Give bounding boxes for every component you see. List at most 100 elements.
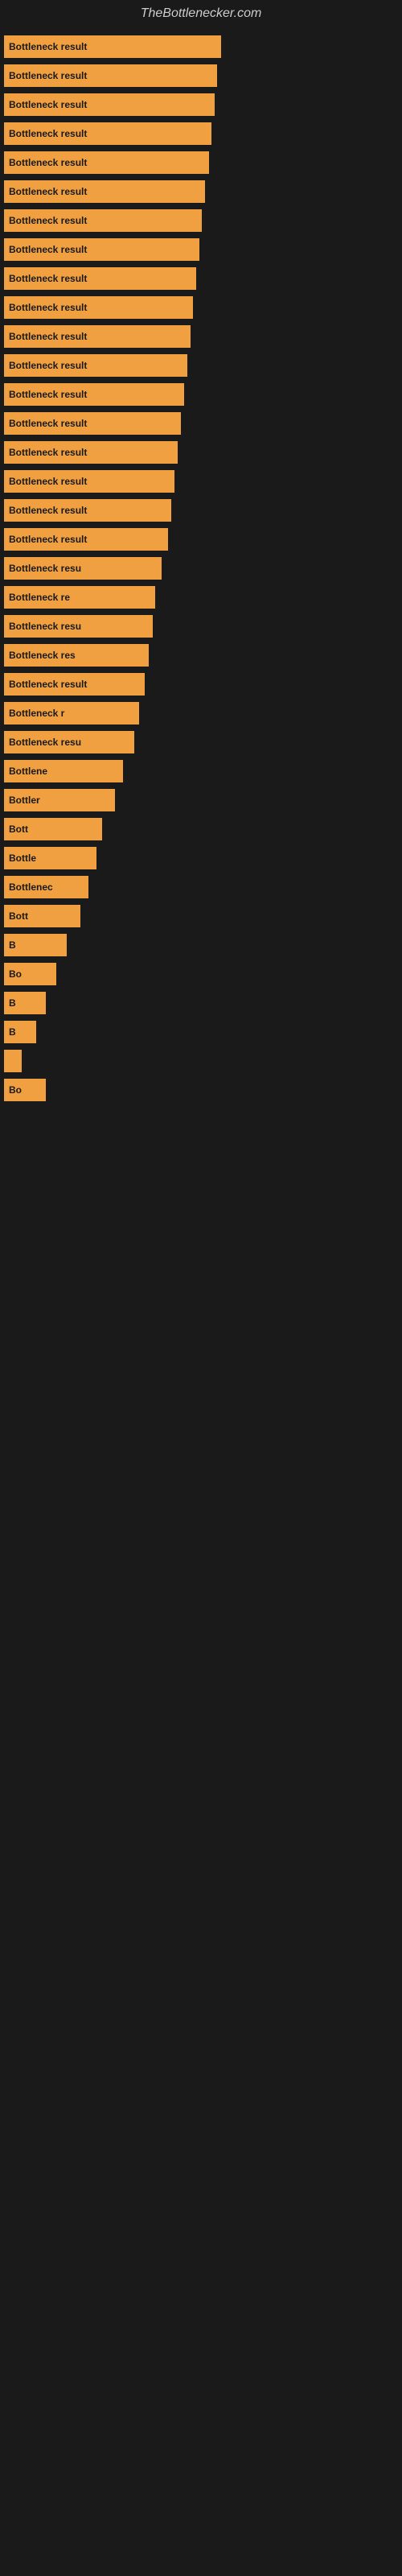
- bar-label: Bottleneck result: [9, 244, 87, 255]
- result-bar: Bottleneck result: [4, 64, 217, 87]
- result-bar: Bo: [4, 1079, 46, 1101]
- bar-label: Bottleneck re: [9, 592, 70, 603]
- bar-row: Bottleneck result: [0, 209, 402, 232]
- bar-row: Bottleneck result: [0, 180, 402, 203]
- bar-row: Bottle: [0, 847, 402, 869]
- result-bar: Bott: [4, 818, 102, 840]
- bar-row: Bottleneck result: [0, 64, 402, 87]
- result-bar: Bottleneck result: [4, 93, 215, 116]
- bar-label: Bottleneck result: [9, 128, 87, 139]
- result-bar: Bottleneck result: [4, 673, 145, 696]
- bar-label: B: [9, 939, 16, 951]
- bar-row: Bottleneck result: [0, 354, 402, 377]
- bar-label: Bott: [9, 910, 28, 922]
- bar-row: Bo: [0, 1079, 402, 1101]
- result-bar: Bo: [4, 963, 56, 985]
- bar-label: Bottleneck result: [9, 302, 87, 313]
- bar-row: [0, 1050, 402, 1072]
- bar-row: Bottleneck result: [0, 441, 402, 464]
- result-bar: Bottleneck result: [4, 441, 178, 464]
- bar-row: Bott: [0, 905, 402, 927]
- result-bar: Bottleneck result: [4, 122, 211, 145]
- bar-row: Bottleneck result: [0, 296, 402, 319]
- bar-row: Bottleneck re: [0, 586, 402, 609]
- result-bar: Bottleneck result: [4, 354, 187, 377]
- bar-row: Bottleneck result: [0, 383, 402, 406]
- result-bar: Bottleneck resu: [4, 557, 162, 580]
- result-bar: B: [4, 1021, 36, 1043]
- bar-label: Bottleneck result: [9, 505, 87, 516]
- bar-label: Bottleneck result: [9, 157, 87, 168]
- bar-row: Bottleneck result: [0, 93, 402, 116]
- bar-row: Bottleneck result: [0, 412, 402, 435]
- bar-row: Bottlenec: [0, 876, 402, 898]
- bar-row: Bottleneck r: [0, 702, 402, 724]
- result-bar: Bottler: [4, 789, 115, 811]
- bar-row: Bottleneck result: [0, 325, 402, 348]
- bar-row: B: [0, 1021, 402, 1043]
- bar-label: Bottleneck result: [9, 679, 87, 690]
- result-bar: Bottleneck result: [4, 383, 184, 406]
- bar-row: Bottleneck resu: [0, 615, 402, 638]
- bar-row: Bottleneck result: [0, 122, 402, 145]
- result-bar: Bottleneck result: [4, 470, 174, 493]
- result-bar: Bottleneck r: [4, 702, 139, 724]
- result-bar: Bottleneck resu: [4, 615, 153, 638]
- bar-row: Bottleneck result: [0, 470, 402, 493]
- bar-label: Bottle: [9, 852, 36, 864]
- bar-label: Bottleneck result: [9, 476, 87, 487]
- bar-label: Bottleneck result: [9, 331, 87, 342]
- bar-label: Bottler: [9, 795, 40, 806]
- bar-label: Bo: [9, 1084, 22, 1096]
- bar-label: Bo: [9, 968, 22, 980]
- result-bar: Bottleneck resu: [4, 731, 134, 753]
- result-bar: Bottleneck result: [4, 528, 168, 551]
- bar-row: Bott: [0, 818, 402, 840]
- result-bar: Bottlenec: [4, 876, 88, 898]
- result-bar: Bottleneck result: [4, 238, 199, 261]
- bar-row: Bottleneck resu: [0, 557, 402, 580]
- bar-label: Bottleneck result: [9, 99, 87, 110]
- bar-label: Bottleneck r: [9, 708, 64, 719]
- bar-label: Bottleneck result: [9, 447, 87, 458]
- result-bar: Bottleneck result: [4, 35, 221, 58]
- result-bar: B: [4, 992, 46, 1014]
- bar-row: Bottleneck result: [0, 238, 402, 261]
- bar-label: Bottleneck result: [9, 215, 87, 226]
- result-bar: Bottleneck result: [4, 325, 191, 348]
- bar-label: Bottleneck result: [9, 534, 87, 545]
- result-bar: Bottleneck result: [4, 151, 209, 174]
- bar-label: Bottleneck result: [9, 389, 87, 400]
- result-bar: Bottleneck result: [4, 499, 171, 522]
- bar-label: Bottleneck res: [9, 650, 76, 661]
- bar-label: Bottleneck result: [9, 273, 87, 284]
- bar-row: Bottleneck result: [0, 673, 402, 696]
- result-bar: [4, 1050, 22, 1072]
- bar-label: Bottleneck result: [9, 418, 87, 429]
- result-bar: B: [4, 934, 67, 956]
- result-bar: Bottleneck result: [4, 412, 181, 435]
- bar-label: Bottleneck resu: [9, 621, 81, 632]
- bar-label: Bottleneck result: [9, 70, 87, 81]
- bar-label: Bottleneck result: [9, 360, 87, 371]
- bar-label: Bottleneck resu: [9, 737, 81, 748]
- result-bar: Bottle: [4, 847, 96, 869]
- bar-row: Bottleneck res: [0, 644, 402, 667]
- bar-row: Bo: [0, 963, 402, 985]
- result-bar: Bottleneck result: [4, 296, 193, 319]
- bar-row: Bottler: [0, 789, 402, 811]
- bar-row: Bottlene: [0, 760, 402, 782]
- bar-label: Bottleneck result: [9, 41, 87, 52]
- bar-label: B: [9, 1026, 16, 1038]
- site-title: TheBottlenecker.com: [0, 0, 402, 27]
- bar-row: Bottleneck resu: [0, 731, 402, 753]
- bar-label: Bottlenec: [9, 881, 53, 893]
- bar-row: Bottleneck result: [0, 499, 402, 522]
- bar-row: B: [0, 934, 402, 956]
- result-bar: Bottleneck result: [4, 180, 205, 203]
- bar-label: Bottlene: [9, 766, 47, 777]
- bar-row: Bottleneck result: [0, 528, 402, 551]
- result-bar: Bott: [4, 905, 80, 927]
- bar-label: Bottleneck resu: [9, 563, 81, 574]
- result-bar: Bottleneck result: [4, 267, 196, 290]
